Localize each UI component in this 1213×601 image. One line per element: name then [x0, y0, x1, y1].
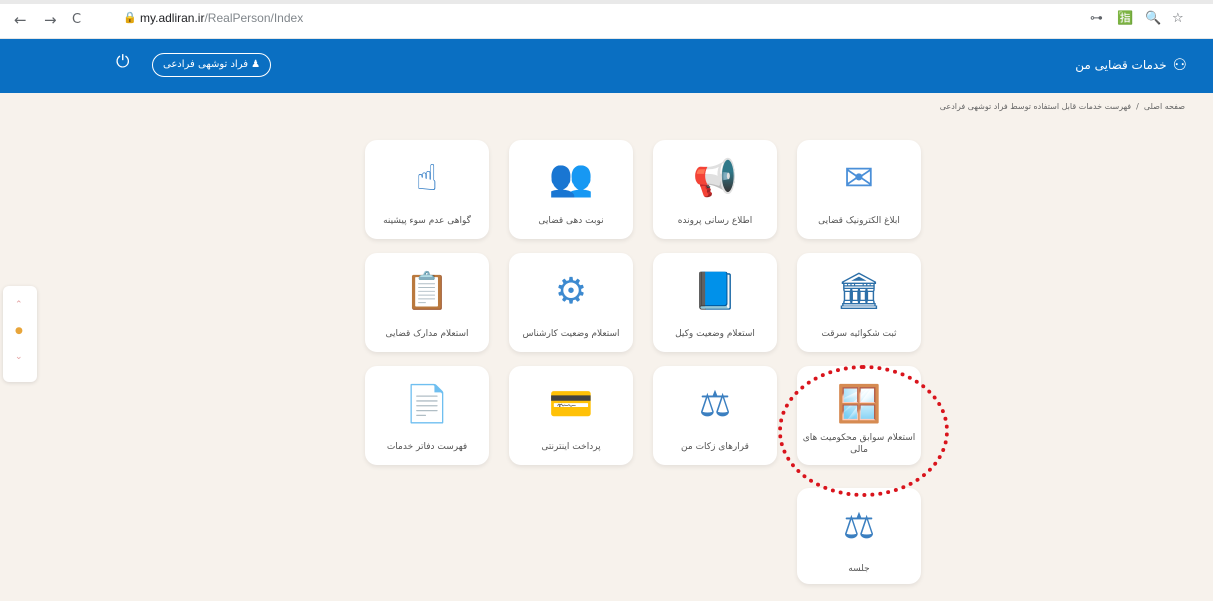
url-host: my.adliran.ir [140, 11, 205, 25]
breadcrumb-home[interactable]: صفحه اصلی [1144, 102, 1185, 111]
accessibility-widget: ⌃ ● ⌄ [3, 286, 37, 382]
service-card-service-offices[interactable]: 📄 فهرست دفاتر خدمات [365, 366, 489, 465]
service-card-label: استعلام وضعیت وکیل [675, 329, 755, 339]
service-card-electronic-notice[interactable]: ✉ ابلاغ الکترونیک قضایی [797, 140, 921, 239]
service-card-expert-status[interactable]: ⚙ استعلام وضعیت کارشناس [509, 253, 633, 352]
service-card-label: استعلام مدارک قضایی [385, 329, 469, 339]
user-profile-button[interactable]: ♟ فراد توشهی فرادعی [152, 53, 272, 77]
service-card-my-settlements[interactable]: ⚖ قرارهای زکات من [653, 366, 777, 465]
people-icon: 👥 [548, 158, 594, 199]
service-card-label: جلسه [848, 564, 870, 574]
url-path: /RealPerson/Index [204, 11, 304, 25]
scales-people-icon: ⚖ [698, 384, 732, 425]
service-card-label: گواهی عدم سوء پیشینه [383, 216, 471, 226]
scales-people-icon: ⚖ [842, 506, 876, 547]
service-card-appointment[interactable]: 👥 نوبت دهی قضایی [509, 140, 633, 239]
browser-toolbar: ← → C 🔒 my.adliran.ir/RealPerson/Index ⊶… [0, 0, 1213, 39]
service-card-label: پرداخت اینترنتی [541, 442, 601, 452]
drop-icon[interactable]: ● [15, 326, 23, 336]
service-card-lawyer-status[interactable]: 📘 استعلام وضعیت وکیل [653, 253, 777, 352]
translate-icon[interactable]: 🈯 [1117, 11, 1133, 26]
fingerprint-icon: ☝ [416, 158, 438, 199]
service-card-criminal-record[interactable]: ☝ گواهی عدم سوء پیشینه [365, 140, 489, 239]
lock-icon[interactable]: 🔒 [123, 11, 137, 24]
address-bar[interactable]: my.adliran.ir/RealPerson/Index [140, 11, 303, 25]
service-card-case-notification[interactable]: 📢 اطلاع رسانی پرونده [653, 140, 777, 239]
site-header: ⚇ خدمات قضایی من ♟ فراد توشهی فرادعی ⏻ [0, 39, 1213, 93]
scroll-up-icon[interactable]: ⌃ [15, 300, 23, 310]
back-button[interactable]: ← [14, 12, 27, 28]
zoom-icon[interactable]: 🔍 [1145, 11, 1161, 26]
red-dotted-highlight [778, 365, 949, 497]
scroll-down-icon[interactable]: ⌄ [15, 352, 23, 362]
service-card-session[interactable]: ⚖ جلسه [797, 488, 921, 584]
megaphone-icon: 📢 [692, 158, 738, 199]
breadcrumb-separator: / [1136, 102, 1139, 111]
service-card-label: ثبت شکوائیه سرقت [821, 329, 897, 339]
service-card-label: استعلام وضعیت کارشناس [522, 329, 620, 339]
reload-button[interactable]: C [72, 12, 81, 28]
id-document-icon: 📘 [692, 271, 738, 312]
bookmark-star-icon[interactable]: ☆ [1172, 11, 1184, 26]
service-card-label: فهرست دفاتر خدمات [386, 442, 468, 452]
payment-card-icon: 💳 [548, 384, 594, 425]
courthouse-icon: 🏛 [836, 271, 882, 312]
forward-button[interactable]: → [44, 12, 57, 28]
breadcrumb-current: فهرست خدمات قابل استفاده توسط فراد توشهی… [939, 102, 1132, 111]
service-card-label: اطلاع رسانی پرونده [677, 216, 753, 226]
brand-title: خدمات قضایی من [1075, 57, 1167, 72]
envelope-icon: ✉ [843, 158, 875, 199]
gears-icon: ⚙ [554, 271, 588, 312]
service-card-label: قرارهای زکات من [681, 442, 749, 452]
service-card-theft-complaint[interactable]: 🏛 ثبت شکوائیه سرقت [797, 253, 921, 352]
breadcrumb: صفحه اصلی / فهرست خدمات قابل استفاده توسط … [940, 102, 1185, 111]
key-icon[interactable]: ⊶ [1090, 11, 1103, 26]
org-chart-icon: ⚇ [1172, 55, 1187, 74]
power-icon[interactable]: ⏻ [116, 52, 129, 72]
service-card-label: نوبت دهی قضایی [538, 216, 604, 226]
service-card-online-payment[interactable]: 💳 پرداخت اینترنتی [509, 366, 633, 465]
service-card-label: ابلاغ الکترونیک قضایی [818, 216, 900, 226]
tab-strip-edge [0, 0, 1213, 4]
service-card-judicial-documents[interactable]: 📋 استعلام مدارک قضایی [365, 253, 489, 352]
clipboard-shield-icon: 📋 [404, 271, 450, 312]
site-brand[interactable]: ⚇ خدمات قضایی من [1075, 55, 1187, 74]
document-list-icon: 📄 [404, 384, 450, 425]
